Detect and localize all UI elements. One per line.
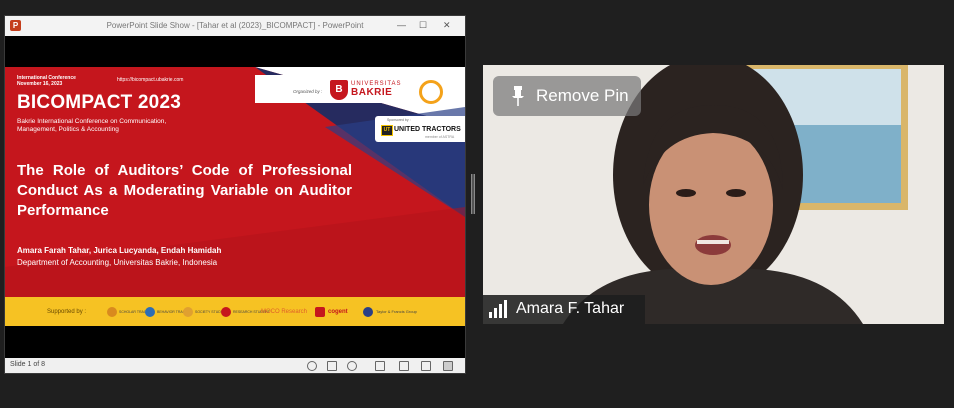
sponsor-subtitle: member of ASTRA <box>425 135 455 139</box>
normal-view-icon[interactable] <box>375 361 385 371</box>
ppt-status-bar: Slide 1 of 8 <box>5 358 465 373</box>
remove-pin-label: Remove Pin <box>536 86 629 105</box>
splitter-handle[interactable] <box>471 174 475 214</box>
author-affiliation: Department of Accounting, Universitas Ba… <box>17 258 218 267</box>
pin-icon <box>512 86 524 106</box>
ppt-window-title: PowerPoint Slide Show - [Tahar et al (20… <box>106 21 364 30</box>
remove-pin-button[interactable]: Remove Pin <box>493 76 641 116</box>
conference-subtitle: Bakrie International Conference on Commu… <box>17 118 167 133</box>
next-slide-icon[interactable] <box>347 361 357 371</box>
participant-name: Amara F. Tahar <box>516 300 625 317</box>
paper-title: The Role of Auditors’ Code of Profession… <box>17 162 352 219</box>
university-name-line2: BAKRIE <box>351 87 393 98</box>
supporter-logo-3: SOCIETY STUDY <box>195 310 224 314</box>
universitas-bakrie-logo-icon: B <box>330 80 348 100</box>
conference-url: https://bicompact.ubakrie.com <box>117 77 184 83</box>
powerpoint-window: P PowerPoint Slide Show - [Tahar et al (… <box>4 15 466 374</box>
reading-view-icon[interactable] <box>421 361 431 371</box>
supported-by-label: Supported by : <box>47 309 87 315</box>
minimize-icon[interactable]: — <box>397 20 406 30</box>
supporter-logo-icon <box>145 307 155 317</box>
united-tractors-logo-icon: UT <box>381 125 393 136</box>
taylor-francis-logo-icon <box>363 307 373 317</box>
supporter-logo-6: cogent <box>328 309 348 315</box>
slide: International Conference November 16, 20… <box>5 67 465 326</box>
slide-sorter-icon[interactable] <box>399 361 409 371</box>
cogent-logo-icon <box>315 307 325 317</box>
supporter-logo-7: Taylor & Francis Group <box>376 309 417 314</box>
maximize-icon[interactable]: ☐ <box>419 20 427 31</box>
conference-label: International Conference November 16, 20… <box>17 75 76 87</box>
slide-counter: Slide 1 of 8 <box>10 361 46 368</box>
slide-menu-icon[interactable] <box>327 361 337 371</box>
supporter-logo-icon <box>107 307 117 317</box>
supporter-logo-5: MOCO Research <box>261 309 308 315</box>
sponsored-by-label: Sponsored by : <box>387 118 411 122</box>
ppt-title-bar: P PowerPoint Slide Show - [Tahar et al (… <box>5 16 465 36</box>
conference-title: BICOMPACT 2023 <box>17 92 181 113</box>
organized-by-label: Organized by : <box>293 89 323 94</box>
slide-show-icon[interactable] <box>443 361 453 371</box>
supporter-logo-icon <box>221 307 231 317</box>
participant-name-tag: Amara F. Tahar <box>483 295 645 324</box>
paper-authors: Amara Farah Tahar, Jurica Lucyanda, Enda… <box>17 246 222 255</box>
close-icon[interactable]: ✕ <box>443 20 451 31</box>
previous-slide-icon[interactable] <box>307 361 317 371</box>
conference-date: November 16, 2023 <box>17 81 63 87</box>
supporter-logo-icon <box>183 307 193 317</box>
sponsor-name: UNITED TRACTORS <box>394 126 461 133</box>
partner-ring-logo-icon <box>419 80 443 104</box>
